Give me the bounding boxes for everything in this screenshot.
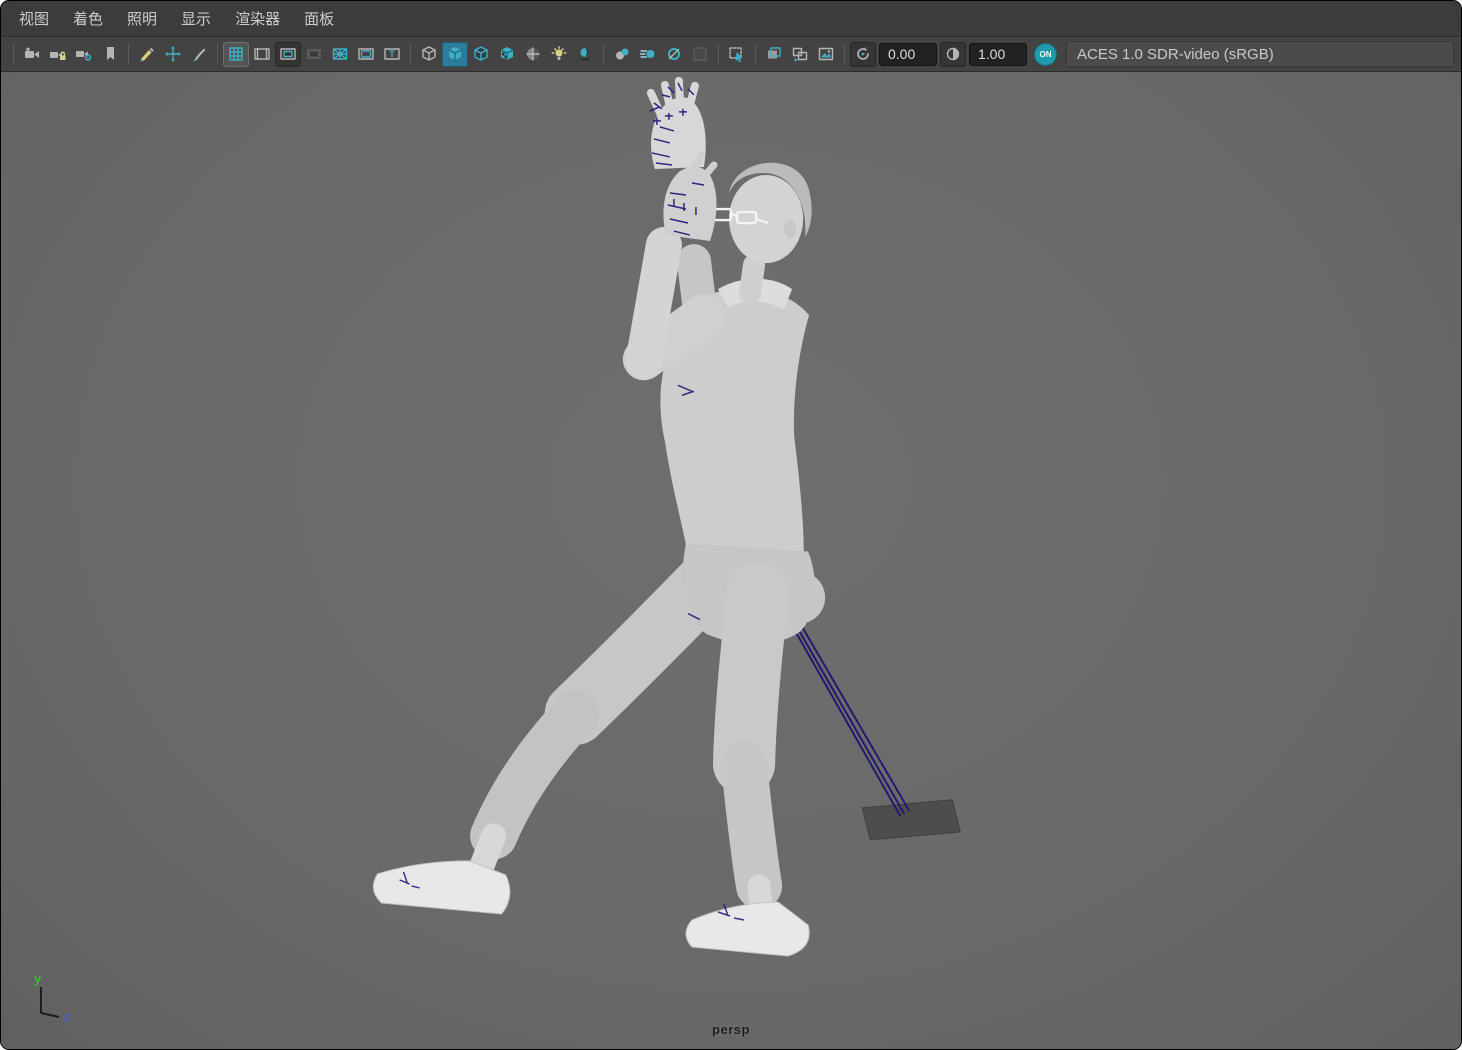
toolbar-divider xyxy=(755,44,756,64)
ground-plane[interactable] xyxy=(861,799,961,841)
toolbar-divider xyxy=(844,44,845,64)
gamma-button[interactable] xyxy=(940,41,966,67)
use-all-lights-button[interactable] xyxy=(546,42,572,67)
film-gate-button[interactable] xyxy=(249,42,275,67)
panel-menubar: 视图 着色 照明 显示 渲染器 面板 xyxy=(1,1,1461,37)
smooth-shade-all-button[interactable] xyxy=(442,41,468,67)
gate-mask-button[interactable] xyxy=(301,42,327,67)
motion-blur-icon xyxy=(639,50,655,58)
wireframe-on-shaded-icon xyxy=(474,46,488,61)
menu-renderer[interactable]: 渲染器 xyxy=(223,1,292,36)
safe-action-icon xyxy=(358,48,374,60)
toolbar-divider xyxy=(718,44,719,64)
shaded-cube-icon xyxy=(448,47,462,61)
svg-text:T: T xyxy=(389,49,395,59)
exposure-field[interactable] xyxy=(879,42,937,66)
resolution-gate-button[interactable] xyxy=(275,41,301,67)
axis-z-label: z xyxy=(64,1009,71,1023)
image-output-icon xyxy=(818,47,834,61)
color-management-on-label: ON xyxy=(1039,49,1052,59)
colorspace-selector[interactable]: ACES 1.0 SDR-video (sRGB) xyxy=(1066,41,1454,67)
gamma-icon xyxy=(946,47,960,61)
textured-button[interactable] xyxy=(494,42,520,67)
safe-action-button[interactable] xyxy=(353,42,379,67)
menu-panels[interactable]: 面板 xyxy=(292,1,346,36)
camera-name-label: persp xyxy=(712,1022,750,1037)
safe-title-icon: T xyxy=(384,48,400,60)
paint-brush-icon xyxy=(193,48,206,62)
menu-show[interactable]: 显示 xyxy=(169,1,223,36)
select-camera-icon xyxy=(25,47,39,58)
paint-tool-button[interactable] xyxy=(186,42,212,67)
ambient-occlusion-button[interactable] xyxy=(609,42,635,67)
viewport-3d[interactable]: y z persp xyxy=(1,72,1461,1049)
image-output-button[interactable] xyxy=(813,42,839,67)
ear xyxy=(784,220,797,239)
frame-copy-icon xyxy=(768,47,781,59)
scene-render xyxy=(372,76,961,957)
select-camera-button[interactable] xyxy=(19,42,45,67)
character-model[interactable] xyxy=(372,76,826,957)
light-bulb-icon xyxy=(551,46,567,60)
bookmark-icon xyxy=(107,47,114,60)
frame-copy-button[interactable] xyxy=(761,42,787,67)
maya-viewport-window: 视图 着色 照明 显示 渲染器 面板 T 0.00 1.00 ON ACES 1… xyxy=(0,0,1462,1050)
gamma-field[interactable] xyxy=(969,42,1027,66)
axis-y-label: y xyxy=(34,971,42,986)
lock-camera-button[interactable] xyxy=(45,42,71,67)
blank-slot-icon xyxy=(693,47,707,61)
field-chart-button[interactable] xyxy=(327,42,353,67)
exposure-button[interactable] xyxy=(850,41,876,67)
color-management-toggle[interactable]: ON xyxy=(1034,42,1057,66)
pan-zoom-button[interactable] xyxy=(160,42,186,67)
gate-mask-icon xyxy=(307,49,321,59)
safe-title-button[interactable]: T xyxy=(379,42,405,67)
menu-lighting[interactable]: 照明 xyxy=(115,1,169,36)
camera-attributes-button[interactable] xyxy=(71,42,97,67)
grid-toggle-button[interactable] xyxy=(223,41,249,67)
axis-gizmo: y z xyxy=(34,971,71,1023)
toolbar-divider xyxy=(603,44,604,64)
frame-swap-icon xyxy=(792,47,808,62)
anti-aliasing-button[interactable] xyxy=(661,42,687,67)
exposure-icon xyxy=(857,47,869,60)
head xyxy=(728,174,804,264)
film-gate-icon xyxy=(254,48,270,60)
toolbar-divider xyxy=(13,44,14,64)
textured-cube-icon xyxy=(500,47,514,61)
checker-sphere-icon xyxy=(526,47,540,61)
wireframe-cube-icon xyxy=(422,46,436,61)
grease-pencil-icon xyxy=(140,47,154,62)
anti-aliasing-icon xyxy=(668,48,680,60)
resolution-gate-icon xyxy=(280,48,296,60)
wireframe-button[interactable] xyxy=(416,42,442,67)
lower-hand xyxy=(663,166,717,242)
wireframe-on-shaded-button[interactable] xyxy=(468,42,494,67)
rig-tail-curve[interactable] xyxy=(791,621,911,817)
right-shoe xyxy=(685,901,810,957)
field-chart-icon xyxy=(332,48,348,60)
grease-pencil-button[interactable] xyxy=(134,42,160,67)
isolate-select-icon xyxy=(729,47,743,63)
toolbar-divider xyxy=(410,44,411,64)
use-default-material-button[interactable] xyxy=(520,42,546,67)
bookmarks-button[interactable] xyxy=(97,42,123,67)
camera-attributes-icon xyxy=(76,51,92,61)
menu-view[interactable]: 视图 xyxy=(7,1,61,36)
extra-option-button[interactable] xyxy=(687,42,713,67)
isolate-select-button[interactable] xyxy=(724,42,750,67)
frame-swap-button[interactable] xyxy=(787,42,813,67)
lock-camera-icon xyxy=(50,51,66,60)
toolbar-divider xyxy=(128,44,129,64)
shadows-sphere-icon xyxy=(580,48,591,61)
ambient-occlusion-icon xyxy=(616,48,629,60)
pan-zoom-icon xyxy=(165,46,181,62)
toolbar-divider xyxy=(217,44,218,64)
motion-blur-button[interactable] xyxy=(635,42,661,67)
left-shoe xyxy=(372,860,511,915)
menu-shading[interactable]: 着色 xyxy=(61,1,115,36)
shadows-button[interactable] xyxy=(572,42,598,67)
grid-icon xyxy=(229,47,243,61)
panel-toolbar: T 0.00 1.00 ON ACES 1.0 SDR-video (sRGB) xyxy=(1,37,1461,72)
